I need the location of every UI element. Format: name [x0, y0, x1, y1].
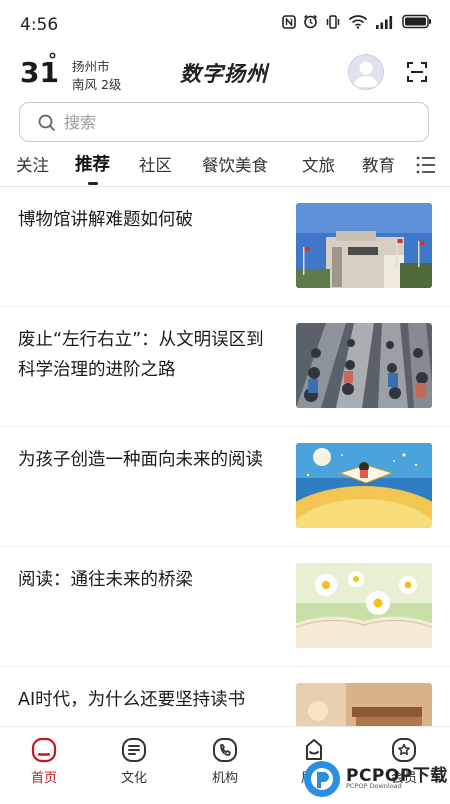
article-item[interactable]: 为孩子创造一种面向未来的阅读: [0, 427, 450, 547]
tab-food[interactable]: 餐饮美食: [202, 152, 268, 176]
tab-education[interactable]: 教育: [362, 152, 395, 176]
home-icon: [31, 737, 57, 763]
battery-icon: [402, 14, 432, 29]
article-thumbnail-escalator: [296, 323, 432, 408]
weather-wind: 南风 2级: [72, 77, 122, 92]
culture-icon: [122, 738, 146, 762]
vibrate-icon: [325, 14, 341, 29]
tab-active-indicator: [88, 182, 98, 185]
article-thumbnail-museum: [296, 203, 432, 288]
status-bar: 4:56: [0, 0, 450, 50]
nav-home[interactable]: 首页: [14, 737, 74, 786]
tab-culture-tourism[interactable]: 文旅: [302, 152, 335, 176]
search-icon: [38, 114, 56, 136]
article-thumbnail-child-reading: [296, 443, 432, 528]
status-icons: [282, 14, 432, 29]
status-time: 4:56: [20, 15, 59, 35]
nav-label: 机构: [211, 771, 238, 786]
nav-institution[interactable]: 机构: [195, 737, 255, 786]
article-thumbnail-book-daisies: [296, 563, 432, 648]
article-title: 废止“左行右立”：从文明误区到科学治理的进阶之路: [18, 330, 264, 380]
category-tabs: 关注 推荐 社区 餐饮美食 文旅 教育: [0, 148, 450, 186]
article-thumbnail-books: [296, 683, 432, 727]
alarm-icon: [303, 14, 318, 29]
watermark: PCPOP下载 PCPOP Download: [300, 758, 450, 800]
weather-city: 扬州市: [72, 59, 110, 74]
watermark-subtext: PCPOP Download: [346, 782, 402, 790]
article-item[interactable]: AI时代，为什么还要坚持读书: [0, 667, 450, 727]
article-title: AI时代，为什么还要坚持读书: [18, 690, 246, 710]
nav-culture[interactable]: 文化: [104, 737, 164, 786]
article-title: 阅读：通往未来的桥梁: [18, 570, 193, 590]
search-input[interactable]: [64, 111, 404, 133]
search-bar[interactable]: [19, 102, 429, 142]
brand-title: 数字扬州: [180, 61, 268, 86]
tab-follow[interactable]: 关注: [16, 152, 49, 176]
scan-icon[interactable]: [405, 60, 429, 88]
article-item[interactable]: 阅读：通往未来的桥梁: [0, 547, 450, 667]
degree-symbol: °: [48, 50, 57, 71]
article-title: 博物馆讲解难题如何破: [18, 210, 193, 230]
tab-recommended[interactable]: 推荐: [75, 151, 110, 176]
nav-label: 文化: [120, 771, 147, 786]
signal-icon: [375, 15, 395, 29]
article-item[interactable]: 废止“左行右立”：从文明误区到科学治理的进阶之路: [0, 307, 450, 427]
tab-menu-icon[interactable]: [416, 156, 436, 178]
nav-label: 首页: [30, 771, 57, 786]
article-title: 为孩子创造一种面向未来的阅读: [18, 450, 263, 470]
watermark-logo-icon: [304, 761, 340, 797]
avatar[interactable]: [348, 54, 384, 90]
tab-community[interactable]: 社区: [139, 152, 172, 176]
wifi-icon: [348, 14, 368, 29]
app-header: 31 ° 扬州市 南风 2级 数字扬州: [0, 50, 450, 98]
institution-icon: [213, 738, 237, 762]
user-icon: [353, 61, 379, 87]
article-item[interactable]: 博物馆讲解难题如何破: [0, 187, 450, 307]
nfc-icon: [282, 14, 296, 29]
